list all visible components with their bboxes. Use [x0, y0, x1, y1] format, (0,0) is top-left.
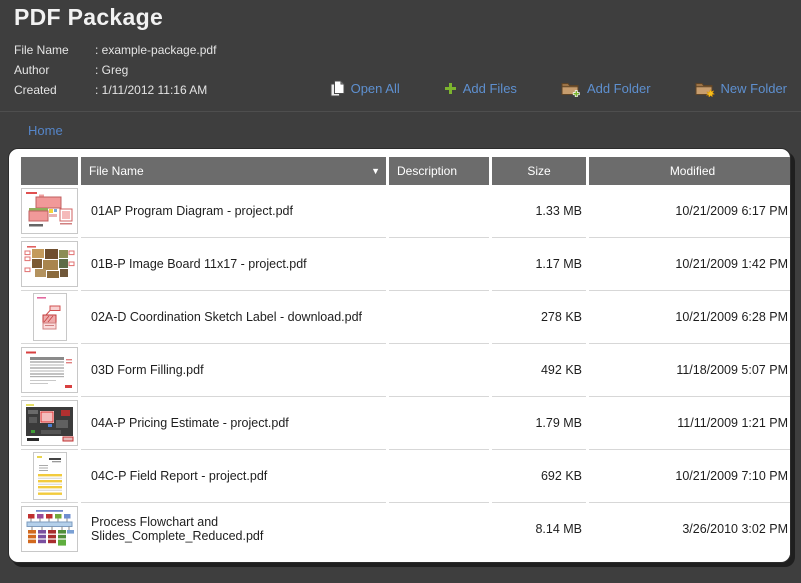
file-description — [389, 344, 489, 397]
file-description — [389, 450, 489, 503]
file-name: 01B-P Image Board 11x17 - project.pdf — [81, 238, 386, 291]
column-header-modified[interactable]: Modified — [589, 157, 791, 185]
meta-value-file-name: : example-package.pdf — [95, 43, 216, 57]
sort-dropdown-icon[interactable]: ▼ — [371, 166, 380, 176]
folder-plus-icon — [561, 81, 581, 97]
breadcrumb: Home — [0, 111, 801, 148]
toolbar: Open All Add Files — [330, 80, 787, 100]
package-metadata: File Name : example-package.pdf Author :… — [14, 40, 216, 100]
file-modified: 10/21/2009 7:10 PM — [589, 450, 791, 503]
column-header-thumbnail[interactable] — [21, 157, 78, 185]
column-header-file-name[interactable]: File Name ▼ — [81, 157, 386, 185]
file-size: 1.79 MB — [492, 397, 586, 450]
open-all-label: Open All — [351, 81, 400, 96]
file-modified: 11/11/2009 1:21 PM — [589, 397, 791, 450]
file-row[interactable]: 02A-D Coordination Sketch Label - downlo… — [21, 291, 791, 344]
file-name: Process Flowchart and Slides_Complete_Re… — [81, 503, 386, 555]
form-document-thumbnail — [21, 347, 78, 393]
file-name: 03D Form Filling.pdf — [81, 344, 386, 397]
file-modified: 10/21/2009 1:42 PM — [589, 238, 791, 291]
meta-value-created: : 1/11/2012 11:16 AM — [95, 83, 207, 97]
meta-value-author: : Greg — [95, 63, 128, 77]
file-row[interactable]: 03D Form Filling.pdf 492 KB 11/18/2009 5… — [21, 344, 791, 397]
file-row[interactable]: 04A-P Pricing Estimate - project.pdf 1.7… — [21, 397, 791, 450]
page-title: PDF Package — [14, 4, 787, 31]
file-name: 04A-P Pricing Estimate - project.pdf — [81, 397, 386, 450]
table-header-row: File Name ▼ Description Size Modified — [21, 157, 791, 185]
app-header: PDF Package File Name : example-package.… — [0, 0, 801, 100]
folder-new-icon — [695, 81, 715, 97]
file-description — [389, 291, 489, 344]
file-description — [389, 238, 489, 291]
file-size: 1.33 MB — [492, 185, 586, 238]
new-folder-label: New Folder — [721, 81, 787, 96]
flowchart-thumbnail — [21, 506, 78, 552]
new-folder-button[interactable]: New Folder — [695, 81, 787, 97]
add-folder-label: Add Folder — [587, 81, 651, 96]
file-name: 02A-D Coordination Sketch Label - downlo… — [81, 291, 386, 344]
file-row[interactable]: Process Flowchart and Slides_Complete_Re… — [21, 503, 791, 555]
file-row[interactable]: 01AP Program Diagram - project.pdf 1.33 … — [21, 185, 791, 238]
file-list-panel: File Name ▼ Description Size Modified — [8, 148, 791, 563]
meta-label-author: Author — [14, 63, 95, 77]
field-report-thumbnail — [33, 452, 67, 500]
file-row[interactable]: 04C-P Field Report - project.pdf 692 KB … — [21, 450, 791, 503]
site-plan-thumbnail — [21, 400, 78, 446]
meta-label-file-name: File Name — [14, 43, 95, 57]
add-folder-button[interactable]: Add Folder — [561, 81, 651, 97]
file-size: 8.14 MB — [492, 503, 586, 555]
file-size: 1.17 MB — [492, 238, 586, 291]
file-modified: 3/26/2010 3:02 PM — [589, 503, 791, 555]
file-table: File Name ▼ Description Size Modified — [18, 157, 791, 555]
file-description — [389, 185, 489, 238]
file-name: 04C-P Field Report - project.pdf — [81, 450, 386, 503]
file-description — [389, 397, 489, 450]
file-size: 278 KB — [492, 291, 586, 344]
plus-icon — [444, 82, 457, 95]
add-files-button[interactable]: Add Files — [444, 81, 517, 96]
file-row[interactable]: 01B-P Image Board 11x17 - project.pdf 1.… — [21, 238, 791, 291]
add-files-label: Add Files — [463, 81, 517, 96]
breadcrumb-home-link[interactable]: Home — [28, 123, 63, 138]
open-all-button[interactable]: Open All — [330, 80, 400, 97]
file-description — [389, 503, 489, 555]
pages-icon — [330, 80, 345, 97]
column-header-description[interactable]: Description — [389, 157, 489, 185]
floor-plan-thumbnail — [21, 188, 78, 234]
column-header-size[interactable]: Size — [492, 157, 586, 185]
file-size: 692 KB — [492, 450, 586, 503]
image-board-thumbnail — [21, 241, 78, 287]
file-name-header-label: File Name — [89, 164, 144, 178]
file-name: 01AP Program Diagram - project.pdf — [81, 185, 386, 238]
file-modified: 10/21/2009 6:28 PM — [589, 291, 791, 344]
file-modified: 10/21/2009 6:17 PM — [589, 185, 791, 238]
file-size: 492 KB — [492, 344, 586, 397]
meta-label-created: Created — [14, 83, 95, 97]
sketch-label-thumbnail — [33, 293, 67, 341]
pdf-package-window: PDF Package File Name : example-package.… — [0, 0, 801, 583]
file-modified: 11/18/2009 5:07 PM — [589, 344, 791, 397]
